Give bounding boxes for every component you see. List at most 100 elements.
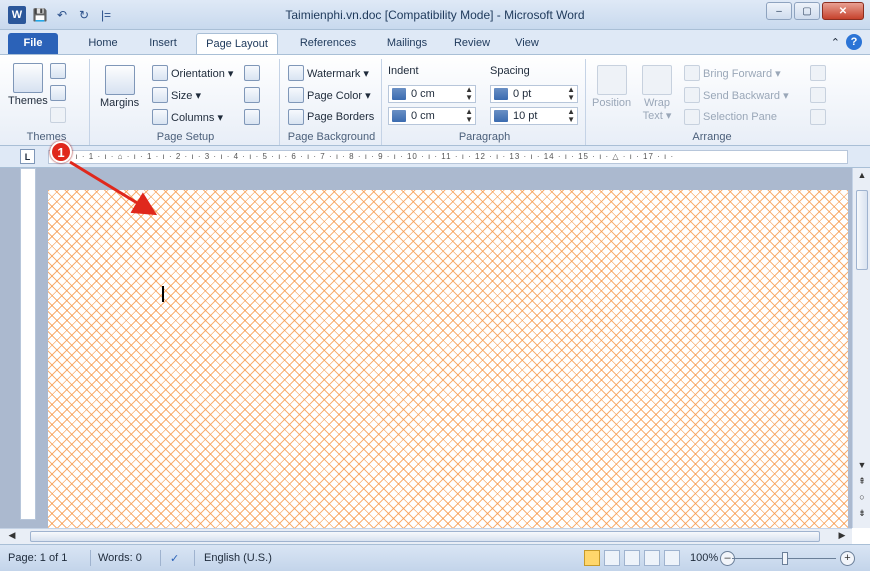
tab-selector-button[interactable]: L [20,149,35,164]
tab-mailings[interactable]: Mailings [376,33,438,54]
watermark-icon [288,65,304,81]
position-button[interactable]: Position [592,65,631,109]
zoom-in-button[interactable]: + [840,551,855,566]
size-button[interactable]: Size ▾ [152,87,201,103]
margins-button[interactable]: Margins [100,65,139,109]
proofing-icon[interactable]: ✓ [170,552,179,565]
browse-object-icon[interactable]: ○ [856,492,868,502]
orientation-button[interactable]: Orientation ▾ [152,65,233,81]
vertical-scroll-thumb[interactable] [856,190,868,270]
wrap-text-button[interactable]: Wrap Text ▾ [642,65,672,122]
previous-page-icon[interactable]: ⇞ [856,476,868,487]
help-area: ⌃ ? [831,34,862,50]
minimize-button[interactable]: – [766,2,792,20]
watermark-label: Watermark ▾ [307,67,369,80]
status-divider [160,550,161,566]
selection-pane-button[interactable]: Selection Pane [684,109,777,125]
tab-insert[interactable]: Insert [138,33,188,54]
print-layout-view-button[interactable] [584,550,600,566]
arrange-group-label: Arrange [692,131,732,143]
theme-colors-icon [50,63,66,79]
columns-icon [152,109,168,125]
send-backward-button[interactable]: Send Backward ▾ [684,87,789,103]
scroll-left-icon[interactable]: ◀ [6,530,18,541]
themes-button[interactable]: Themes [8,63,48,107]
watermark-button[interactable]: Watermark ▾ [288,65,369,81]
scroll-down-icon[interactable]: ▼ [856,460,868,470]
horizontal-scroll-thumb[interactable] [30,531,820,542]
themes-icon [12,63,43,93]
group-objects-button[interactable] [810,87,826,103]
vertical-ruler[interactable] [20,168,36,520]
align-button[interactable] [810,65,826,81]
bring-forward-button[interactable]: Bring Forward ▾ [684,65,781,81]
horizontal-scrollbar[interactable]: ◀ ▶ [0,528,852,544]
vertical-scrollbar[interactable]: ▲ ▼ ⇞ ○ ⇟ [852,168,870,528]
page-color-button[interactable]: Page Color ▾ [288,87,371,103]
zoom-slider-thumb[interactable] [782,552,788,565]
columns-button[interactable]: Columns ▾ [152,109,223,125]
close-button[interactable]: ✕ [822,2,864,20]
page-setup-group-label: Page Setup [156,131,215,143]
help-icon[interactable]: ? [846,34,862,50]
ribbon: Themes Themes Margins Orientation ▾ Size… [0,54,870,146]
line-numbers-icon [244,87,260,103]
document-page[interactable] [48,190,848,530]
selection-pane-icon [684,109,700,125]
size-icon [152,87,168,103]
tab-file[interactable]: File [8,33,58,54]
tab-references[interactable]: References [288,33,368,54]
maximize-button[interactable]: ▢ [794,2,820,20]
theme-fonts-button[interactable] [50,85,66,101]
ruler-scale[interactable]: · 2 · ı · 1 · ı · ⌂ · ı · 1 · ı · 2 · ı … [48,150,848,164]
next-page-icon[interactable]: ⇟ [856,508,868,519]
spacing-before-spinner-icon[interactable]: ▲ ▼ [567,86,575,102]
spacing-before-input[interactable]: 0 pt ▲ ▼ [490,85,578,103]
outline-view-button[interactable] [644,550,660,566]
document-area [0,168,852,530]
indent-right-value: 0 cm [411,110,435,122]
indent-left-spinner-icon[interactable]: ▲ ▼ [465,86,473,102]
spacing-after-value: 10 pt [513,110,538,122]
word-count[interactable]: Words: 0 [98,552,142,564]
indent-right-input[interactable]: 0 cm ▲ ▼ [388,107,476,125]
hyphenation-button[interactable] [244,109,260,125]
tab-review[interactable]: Review [446,33,498,54]
tab-home[interactable]: Home [78,33,128,54]
ribbon-collapse-icon[interactable]: ⌃ [831,36,840,49]
group-objects-icon [810,87,826,103]
indent-left-input[interactable]: 0 cm ▲ ▼ [388,85,476,103]
indent-left-value: 0 cm [411,88,435,100]
position-icon [596,65,627,95]
spacing-after-spinner-icon[interactable]: ▲ ▼ [567,108,575,124]
scroll-right-icon[interactable]: ▶ [836,530,848,541]
status-divider [90,550,91,566]
line-numbers-button[interactable] [244,87,260,103]
spacing-after-input[interactable]: 10 pt ▲ ▼ [490,107,578,125]
breaks-button[interactable] [244,65,260,81]
web-layout-view-button[interactable] [624,550,640,566]
page-background-group: Watermark ▾ Page Color ▾ Page Borders Pa… [282,59,382,145]
ribbon-tabs: File Home Insert Page Layout References … [0,30,870,54]
page-count[interactable]: Page: 1 of 1 [8,552,67,564]
spacing-before-icon [494,88,508,100]
themes-label: Themes [8,95,48,107]
bring-forward-icon [684,65,700,81]
zoom-level[interactable]: 100% [690,552,718,564]
theme-effects-icon [50,107,66,123]
draft-view-button[interactable] [664,550,680,566]
rotate-button[interactable] [810,109,826,125]
page-borders-button[interactable]: Page Borders [288,109,374,125]
selection-pane-label: Selection Pane [703,111,777,123]
tab-view[interactable]: View [506,33,548,54]
columns-label: Columns ▾ [171,111,223,124]
language-indicator[interactable]: English (U.S.) [204,552,272,564]
full-screen-reading-view-button[interactable] [604,550,620,566]
indent-right-spinner-icon[interactable]: ▲ ▼ [465,108,473,124]
theme-colors-button[interactable] [50,63,66,79]
scroll-up-icon[interactable]: ▲ [856,170,868,180]
theme-effects-button[interactable] [50,107,66,123]
tab-page-layout[interactable]: Page Layout [196,33,278,54]
orientation-label: Orientation ▾ [171,67,234,80]
title-bar: W 💾 ↶ ↻ |= Taimienphi.vn.doc [Compatibil… [0,0,870,30]
